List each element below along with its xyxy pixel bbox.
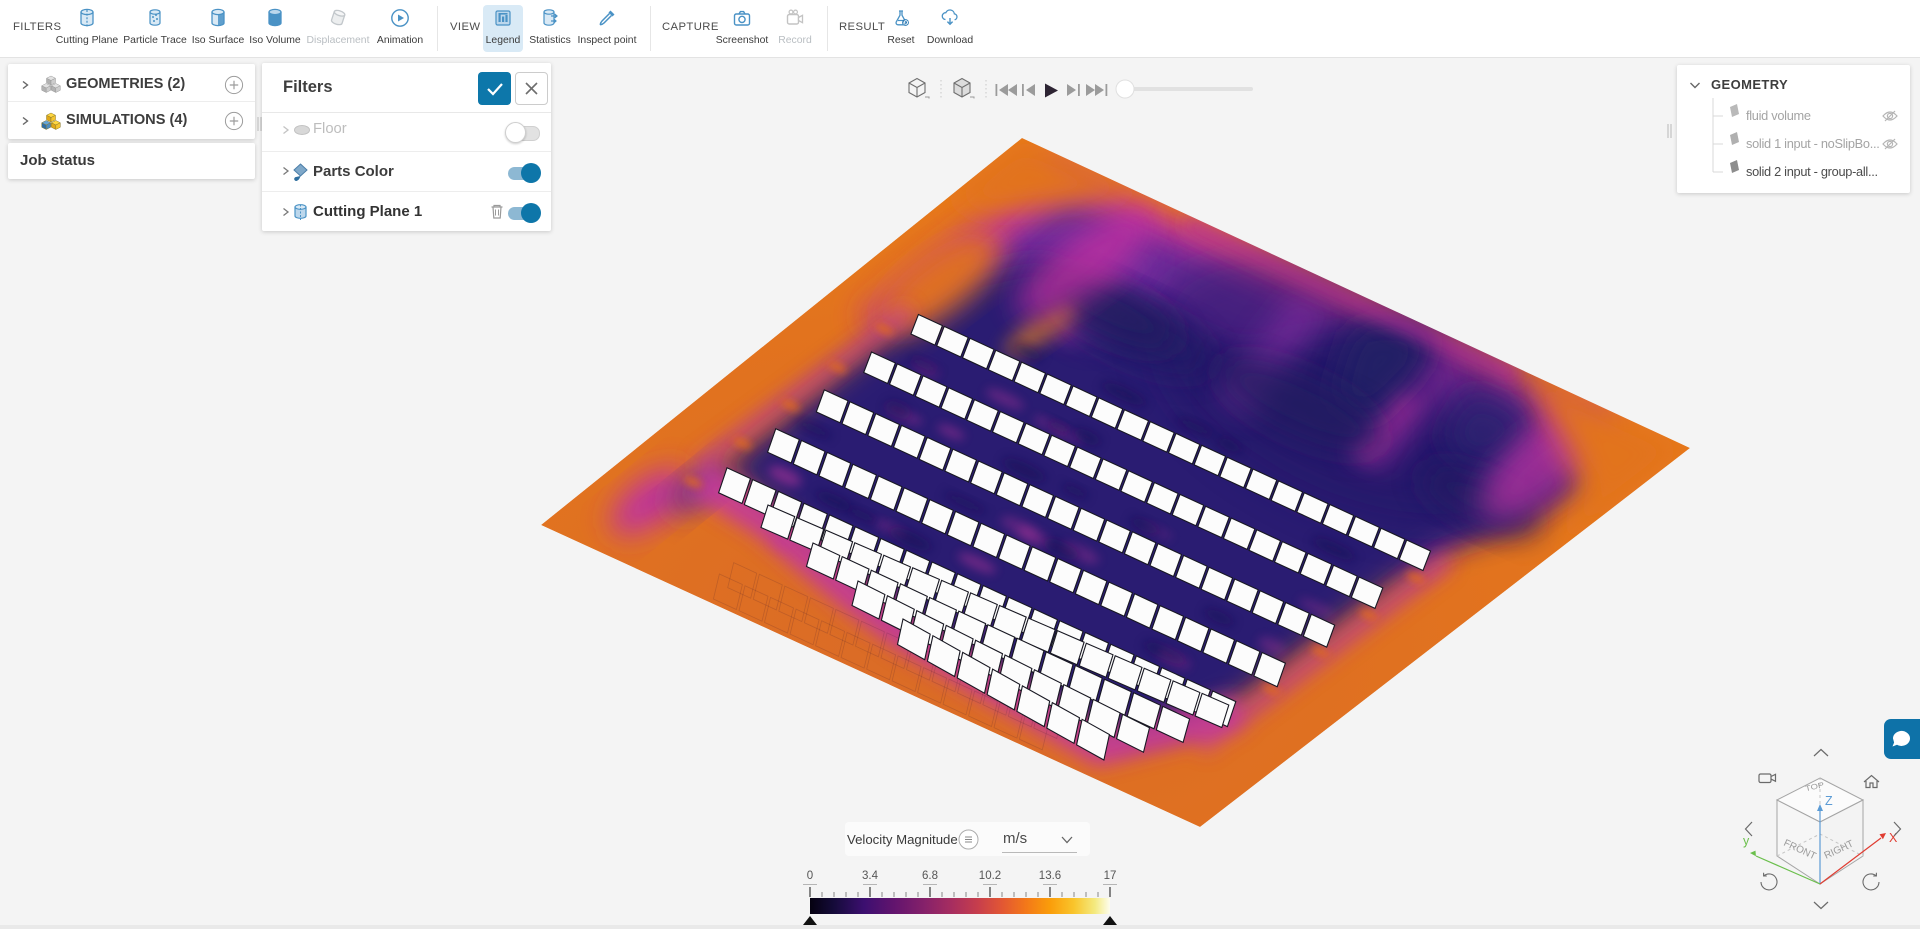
svg-text:Z: Z (1825, 794, 1833, 808)
svg-text:y: y (1743, 834, 1750, 848)
